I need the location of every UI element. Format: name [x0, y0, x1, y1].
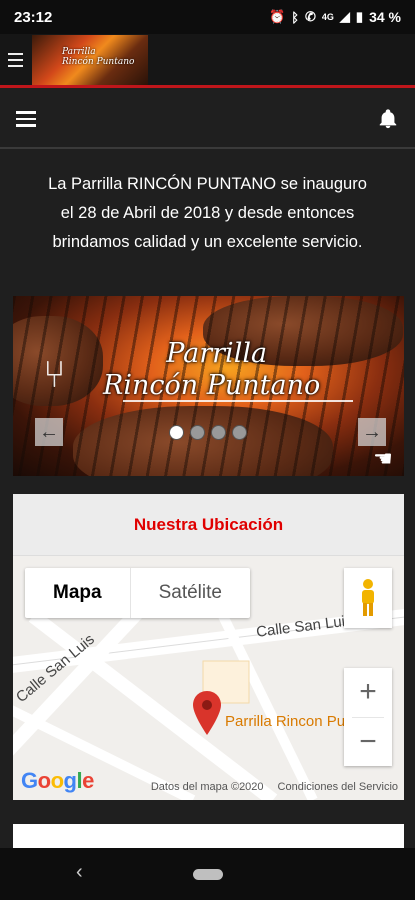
- embedded-map[interactable]: Mapa Satélite Calle San Luis Calle San L…: [13, 556, 404, 800]
- alarm-icon: ⏰: [269, 9, 286, 24]
- home-button[interactable]: [192, 868, 223, 880]
- intro-text: La Parrilla RINCÓN PUNTANO se inauguro e…: [0, 170, 415, 257]
- carousel-dot[interactable]: [169, 425, 184, 440]
- map-type-toggle: Mapa Satélite: [25, 568, 250, 618]
- status-bar: 23:12 ⏰ ᛒ ✆ 4G ◢ ▮ 34 %: [0, 0, 415, 34]
- zoom-in-button[interactable]: +: [344, 668, 392, 717]
- terms-link[interactable]: Condiciones del Servicio: [278, 781, 398, 793]
- status-icons: ⏰ ᛒ ✆ 4G ◢ ▮ 34 %: [269, 9, 401, 25]
- back-icon[interactable]: ‹: [76, 861, 83, 884]
- zoom-out-button[interactable]: −: [344, 718, 392, 767]
- map-data-credit: Datos del mapa ©2020: [150, 781, 264, 793]
- map-type-satellite-button[interactable]: Satélite: [131, 568, 250, 618]
- app-header: Parrilla Rincón Puntano: [0, 34, 415, 88]
- network-type: 4G: [321, 12, 334, 22]
- location-heading: Nuestra Ubicación: [13, 494, 404, 556]
- intro-line: La Parrilla RINCÓN PUNTANO se inauguro: [48, 175, 367, 193]
- system-nav-bar: ‹: [0, 848, 415, 900]
- map-attribution: Datos del mapa ©2020 Condiciones del Ser…: [151, 781, 398, 793]
- map-pin-icon[interactable]: [192, 691, 222, 735]
- intro-line: el 28 de Abril de 2018 y desde entonces: [60, 204, 355, 222]
- image-carousel[interactable]: ⑂ Parrilla Rincón Puntano ← → ☚: [13, 296, 404, 476]
- google-logo: Google: [21, 768, 94, 793]
- intro-line: brindamos calidad y un excelente servici…: [52, 233, 363, 251]
- call-icon: ✆: [305, 9, 316, 24]
- carousel-prev-button[interactable]: ←: [35, 418, 63, 446]
- cutlery-icon: ⑂: [43, 354, 66, 396]
- hamburger-icon[interactable]: [16, 111, 36, 127]
- carousel-dot[interactable]: [232, 425, 247, 440]
- pegman-icon[interactable]: [344, 568, 392, 628]
- carousel-dot[interactable]: [211, 425, 226, 440]
- zoom-controls: + −: [344, 668, 392, 766]
- hand-icon: ☚: [373, 446, 393, 471]
- signal-icon: ◢: [339, 9, 350, 24]
- location-card: Nuestra Ubicación Mapa Satélite Calle Sa…: [13, 494, 404, 800]
- slide-divider: [123, 400, 353, 402]
- bell-icon[interactable]: [377, 108, 399, 130]
- carousel-indicators: [169, 425, 247, 440]
- bluetooth-icon: ᛒ: [291, 9, 299, 25]
- carousel-next-button[interactable]: →: [358, 418, 386, 446]
- carousel-dot[interactable]: [190, 425, 205, 440]
- battery-level: 34 %: [369, 9, 401, 25]
- logo-text: Parrilla Rincón Puntano: [62, 46, 135, 67]
- slide-title: Parrilla Rincón Puntano: [103, 338, 321, 401]
- battery-icon: ▮: [355, 9, 364, 24]
- status-time: 23:12: [14, 8, 53, 26]
- nav-bar: [0, 91, 415, 149]
- logo[interactable]: Parrilla Rincón Puntano: [32, 34, 148, 85]
- drawer-menu-icon[interactable]: [0, 52, 30, 67]
- map-type-map-button[interactable]: Mapa: [25, 568, 131, 618]
